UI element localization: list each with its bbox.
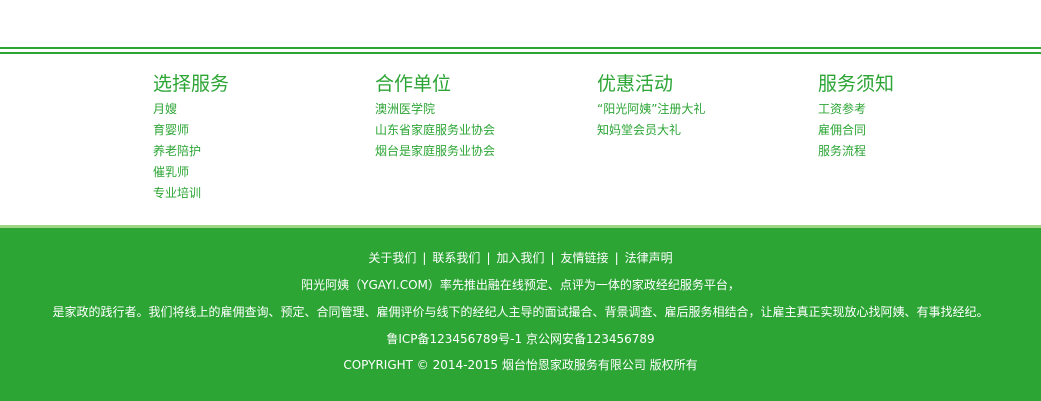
link-lactation[interactable]: 催乳师 xyxy=(153,162,353,183)
footer-intro-line-2: 是家政的践行者。我们将线上的雇佣查询、预定、合同管理、雇佣评价与线下的经纪人主导… xyxy=(52,305,989,319)
link-partner-yantai-association[interactable]: 烟台是家庭服务业协会 xyxy=(375,141,575,162)
footer-nav-separator: | xyxy=(422,251,427,265)
footer-nav-separator: | xyxy=(550,251,555,265)
link-promo-member-gift[interactable]: 知妈堂会员大礼 xyxy=(597,120,797,141)
link-yuyingshi[interactable]: 育婴师 xyxy=(153,120,353,141)
link-partner-medical-college[interactable]: 澳洲医学院 xyxy=(375,99,575,120)
page: 选择服务 月嫂 育婴师 养老陪护 催乳师 专业培训 合作单位 澳洲医学院 山东省… xyxy=(0,0,1041,401)
link-yuesao[interactable]: 月嫂 xyxy=(153,99,353,120)
column-title-services: 选择服务 xyxy=(153,73,230,95)
link-service-process[interactable]: 服务流程 xyxy=(818,141,1018,162)
site-footer: 关于我们 | 联系我们 | 加入我们 | 友情链接 | 法律声明 阳光阿姨（YGAYI.COM）… xyxy=(0,225,1041,401)
column-service-notes: 服务须知 工资参考 雇佣合同 服务流程 xyxy=(818,71,1018,162)
footer-icp: 鲁ICP备123456789号-1 京公网安备123456789 xyxy=(386,332,655,346)
footer-link-legal[interactable]: 法律声明 xyxy=(625,251,673,265)
footer-nav-separator: | xyxy=(486,251,491,265)
services-list: 月嫂 育婴师 养老陪护 催乳师 专业培训 xyxy=(153,99,353,204)
column-services: 选择服务 月嫂 育婴师 养老陪护 催乳师 专业培训 xyxy=(153,71,353,204)
link-salary-reference[interactable]: 工资参考 xyxy=(818,99,1018,120)
footer-links-section: 选择服务 月嫂 育婴师 养老陪护 催乳师 专业培训 合作单位 澳洲医学院 山东省… xyxy=(0,71,1041,221)
link-partner-shandong-association[interactable]: 山东省家庭服务业协会 xyxy=(375,120,575,141)
column-title-service-notes: 服务须知 xyxy=(818,73,895,95)
column-title-partners: 合作单位 xyxy=(375,73,452,95)
column-title-promotions: 优惠活动 xyxy=(597,73,674,95)
footer-copyright: COPYRIGHT © 2014-2015 烟台怡恩家政服务有限公司 版权所有 xyxy=(343,358,698,372)
column-promotions: 优惠活动 “阳光阿姨”注册大礼 知妈堂会员大礼 xyxy=(597,71,797,141)
footer-link-contact[interactable]: 联系我们 xyxy=(432,251,480,265)
footer-intro-line-1: 阳光阿姨（YGAYI.COM）率先推出融在线预定、点评为一体的家政经纪服务平台， xyxy=(301,278,740,292)
link-promo-registration-gift[interactable]: “阳光阿姨”注册大礼 xyxy=(597,99,797,120)
link-training[interactable]: 专业培训 xyxy=(153,183,353,204)
top-divider-line xyxy=(0,47,1041,49)
footer-nav-separator: | xyxy=(614,251,619,265)
partners-list: 澳洲医学院 山东省家庭服务业协会 烟台是家庭服务业协会 xyxy=(375,99,575,162)
footer-link-join[interactable]: 加入我们 xyxy=(496,251,544,265)
link-elder-care[interactable]: 养老陪护 xyxy=(153,141,353,162)
link-employment-contract[interactable]: 雇佣合同 xyxy=(818,120,1018,141)
footer-nav: 关于我们 | 联系我们 | 加入我们 | 友情链接 | 法律声明 xyxy=(0,248,1041,268)
footer-link-friend-links[interactable]: 友情链接 xyxy=(561,251,609,265)
column-partners: 合作单位 澳洲医学院 山东省家庭服务业协会 烟台是家庭服务业协会 xyxy=(375,71,575,162)
service-notes-list: 工资参考 雇佣合同 服务流程 xyxy=(818,99,1018,162)
footer-link-about[interactable]: 关于我们 xyxy=(368,251,416,265)
promotions-list: “阳光阿姨”注册大礼 知妈堂会员大礼 xyxy=(597,99,797,141)
top-divider-line-secondary xyxy=(0,52,1041,54)
